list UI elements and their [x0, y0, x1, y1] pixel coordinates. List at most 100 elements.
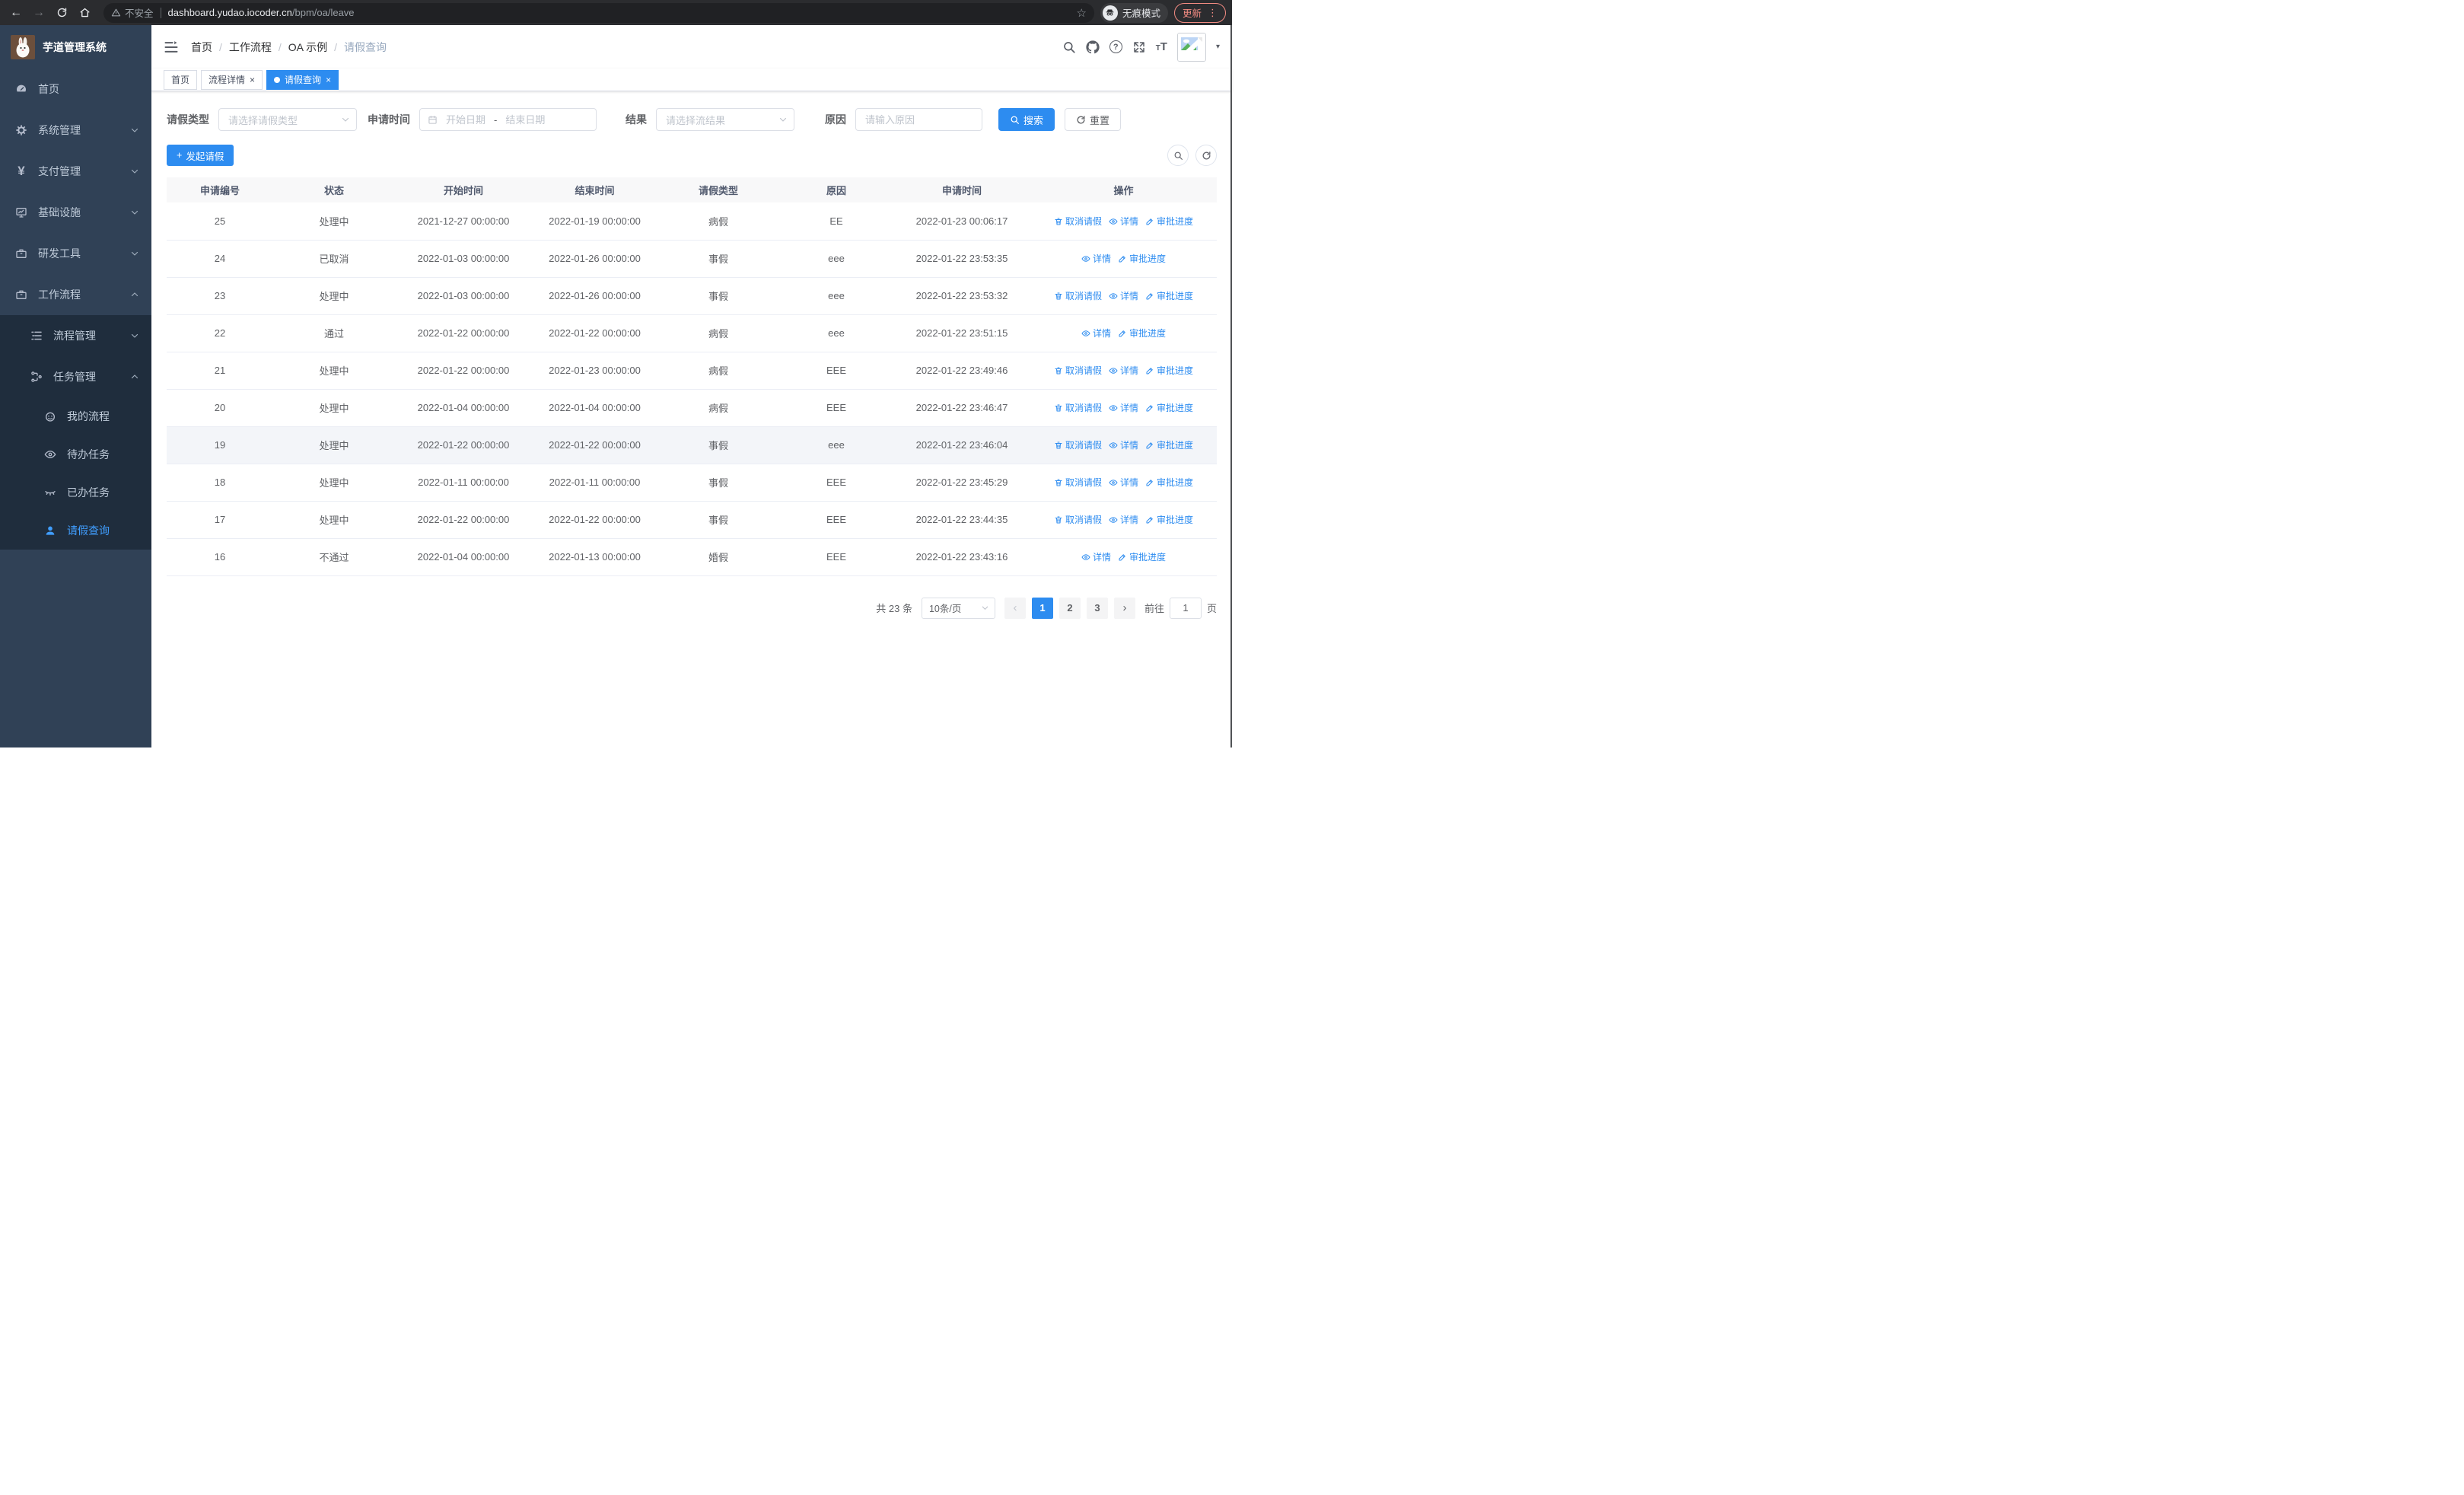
approval-progress-link[interactable]: 审批进度 [1118, 252, 1166, 265]
breadcrumb-oa-example[interactable]: OA 示例 [288, 40, 327, 55]
approval-progress-link[interactable]: 审批进度 [1145, 476, 1193, 489]
reason-input-wrap [855, 108, 982, 131]
cancel-leave-link[interactable]: 取消请假 [1054, 401, 1102, 414]
create-leave-button[interactable]: + 发起请假 [167, 145, 234, 166]
tab-home[interactable]: 首页 [164, 69, 198, 90]
sidebar-item-my-process[interactable]: 我的流程 [0, 397, 151, 435]
start-date-input[interactable] [442, 113, 489, 126]
sidebar-item-process-management[interactable]: 流程管理 [0, 315, 151, 356]
address-bar[interactable]: 不安全 dashboard.yudao.iocoder.cn/bpm/oa/le… [103, 2, 1094, 23]
avatar-caret-icon[interactable]: ▾ [1216, 43, 1220, 51]
hamburger-icon[interactable] [164, 40, 179, 55]
sidebar-item-task-management[interactable]: 任务管理 [0, 356, 151, 397]
approval-progress-link[interactable]: 审批进度 [1145, 513, 1193, 526]
approval-progress-link[interactable]: 审批进度 [1145, 215, 1193, 228]
app-title: 芋道管理系统 [43, 40, 107, 53]
sidebar-item-todo-tasks[interactable]: 待办任务 [0, 435, 151, 473]
close-icon[interactable]: × [326, 75, 331, 85]
approval-progress-link[interactable]: 审批进度 [1145, 401, 1193, 414]
cancel-leave-link[interactable]: 取消请假 [1054, 476, 1102, 489]
detail-link[interactable]: 详情 [1081, 252, 1111, 265]
reason-input[interactable] [865, 113, 972, 126]
chevron-down-icon [130, 249, 139, 258]
cancel-leave-link[interactable]: 取消请假 [1054, 215, 1102, 228]
browser-menu-icon[interactable]: ⋮ [1208, 7, 1218, 19]
col-reason: 原因 [779, 177, 893, 202]
sidebar-item-infrastructure[interactable]: 基础设施 [0, 192, 151, 233]
page-button-1[interactable]: 1 [1031, 597, 1053, 619]
security-indicator[interactable]: 不安全 [111, 5, 154, 20]
detail-link[interactable]: 详情 [1081, 550, 1111, 563]
logo-image [11, 34, 35, 59]
avatar[interactable] [1176, 32, 1206, 62]
cancel-leave-link[interactable]: 取消请假 [1054, 364, 1102, 377]
tab-process-detail[interactable]: 流程详情 × [201, 69, 263, 90]
show-search-button[interactable] [1167, 145, 1189, 166]
cancel-leave-link[interactable]: 取消请假 [1054, 513, 1102, 526]
sidebar-item-devtools[interactable]: 研发工具 [0, 233, 151, 274]
app-logo[interactable]: 芋道管理系统 [0, 25, 151, 69]
approval-progress-link[interactable]: 审批进度 [1118, 550, 1166, 563]
cancel-leave-link[interactable]: 取消请假 [1054, 289, 1102, 302]
sidebar-item-leave-query[interactable]: 请假查询 [0, 512, 151, 550]
sidebar-item-home[interactable]: 首页 [0, 69, 151, 110]
eye-icon [1109, 292, 1118, 301]
prev-page-button[interactable]: ‹ [1004, 597, 1026, 619]
detail-link[interactable]: 详情 [1109, 215, 1138, 228]
page-button-3[interactable]: 3 [1086, 597, 1108, 619]
end-date-input[interactable] [501, 113, 549, 126]
table-row: 17 处理中 2022-01-22 00:00:00 2022-01-22 00:00… [167, 501, 1217, 539]
next-page-button[interactable]: › [1113, 597, 1135, 619]
approval-progress-link[interactable]: 审批进度 [1145, 438, 1193, 451]
fullscreen-icon[interactable] [1132, 40, 1146, 54]
browser-forward-button[interactable]: → [29, 3, 49, 23]
gear-icon [15, 124, 27, 136]
search-button[interactable]: 搜索 [998, 108, 1055, 131]
eye-icon [1081, 254, 1090, 263]
sidebar-item-done-tasks[interactable]: 已办任务 [0, 473, 151, 512]
leave-type-label: 请假类型 [167, 113, 209, 126]
reset-button[interactable]: 重置 [1065, 108, 1122, 131]
approval-progress-link[interactable]: 审批进度 [1118, 327, 1166, 339]
detail-link[interactable]: 详情 [1109, 289, 1138, 302]
approval-progress-link[interactable]: 审批进度 [1145, 364, 1193, 377]
sidebar-item-payment[interactable]: ¥ 支付管理 [0, 151, 151, 192]
sidebar-item-workflow[interactable]: 工作流程 [0, 274, 151, 315]
browser-reload-button[interactable] [52, 3, 72, 23]
detail-link[interactable]: 详情 [1081, 327, 1111, 339]
page-button-2[interactable]: 2 [1059, 597, 1081, 619]
github-icon[interactable] [1086, 40, 1100, 54]
refresh-icon [1076, 115, 1086, 125]
browser-back-button[interactable]: ← [6, 3, 26, 23]
breadcrumb-workflow[interactable]: 工作流程 [229, 40, 272, 55]
cancel-leave-link[interactable]: 取消请假 [1054, 438, 1102, 451]
breadcrumb-home[interactable]: 首页 [191, 40, 212, 55]
eye-icon [1109, 366, 1118, 375]
bookmark-star-icon[interactable]: ☆ [1077, 6, 1087, 20]
approval-progress-link[interactable]: 审批进度 [1145, 289, 1193, 302]
help-icon[interactable]: ? [1109, 40, 1122, 53]
apply-time-range-picker[interactable]: - [419, 108, 597, 131]
detail-link[interactable]: 详情 [1109, 476, 1138, 489]
detail-link[interactable]: 详情 [1109, 364, 1138, 377]
leave-type-select[interactable]: 请选择请假类型 [218, 108, 357, 131]
page-size-select[interactable]: 10条/页 [921, 597, 995, 619]
tab-leave-query[interactable]: 请假查询 × [266, 69, 339, 90]
close-icon[interactable]: × [250, 75, 255, 85]
refresh-table-button[interactable] [1195, 145, 1217, 166]
table-row: 24 已取消 2022-01-03 00:00:00 2022-01-26 00:00… [167, 240, 1217, 278]
detail-link[interactable]: 详情 [1109, 401, 1138, 414]
result-select[interactable]: 请选择流结果 [656, 108, 794, 131]
detail-link[interactable]: 详情 [1109, 513, 1138, 526]
search-icon[interactable] [1062, 40, 1076, 54]
search-icon [1010, 115, 1020, 125]
browser-update-button[interactable]: 更新 ⋮ [1173, 2, 1226, 23]
browser-home-button[interactable] [75, 3, 94, 23]
indent-list-icon [30, 330, 43, 342]
sidebar-item-system[interactable]: 系统管理 [0, 110, 151, 151]
breadcrumb-separator: / [219, 40, 222, 53]
goto-page-input[interactable] [1169, 597, 1202, 619]
yen-icon: ¥ [18, 164, 25, 178]
detail-link[interactable]: 详情 [1109, 438, 1138, 451]
font-size-icon[interactable]: TT [1156, 40, 1167, 54]
